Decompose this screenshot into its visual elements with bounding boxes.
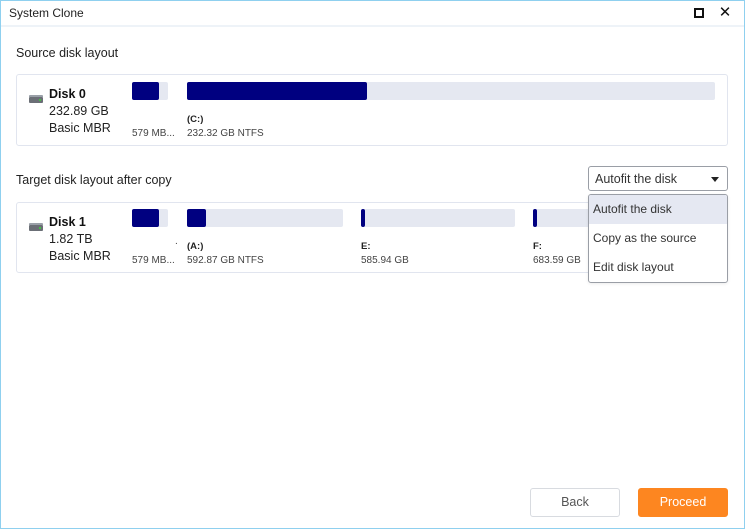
- partition-info: 592.87 GB NTFS: [187, 255, 264, 266]
- title-bar: System Clone ✕: [1, 1, 744, 27]
- target-section-title: Target disk layout after copy: [16, 173, 172, 187]
- partition-info: 579 MB...: [132, 128, 175, 139]
- disk-type: Basic MBR: [49, 249, 111, 263]
- dot-marker: .: [175, 236, 178, 247]
- hard-disk-icon: [29, 223, 43, 231]
- partition-label: F:: [533, 241, 542, 252]
- partition-track: [361, 209, 515, 227]
- option-copy-as-source[interactable]: Copy as the source: [589, 224, 727, 253]
- close-icon: ✕: [718, 4, 732, 21]
- select-value: Autofit the disk: [595, 172, 677, 186]
- disk-type: Basic MBR: [49, 121, 111, 135]
- option-autofit[interactable]: Autofit the disk: [589, 195, 727, 224]
- partition-used-bar: [187, 209, 206, 227]
- disk-name: Disk 1: [49, 215, 86, 229]
- source-section-title: Source disk layout: [16, 46, 119, 60]
- partition-info: 579 MB...: [132, 255, 175, 266]
- partition-used-bar: [533, 209, 537, 227]
- back-button[interactable]: Back: [530, 488, 620, 517]
- layout-mode-dropdown: Autofit the disk Copy as the source Edit…: [588, 194, 728, 283]
- chevron-down-icon: [711, 177, 719, 182]
- partition-track: [187, 209, 343, 227]
- hard-disk-icon: [29, 95, 43, 103]
- partition-info: 232.32 GB NTFS: [187, 128, 264, 139]
- layout-mode-select[interactable]: Autofit the disk: [588, 166, 728, 191]
- partition-system-reserved[interactable]: 579 MB...: [132, 82, 175, 142]
- partition-used-bar: [132, 209, 159, 227]
- partition-c[interactable]: (C:) 232.32 GB NTFS: [187, 82, 715, 142]
- window-title: System Clone: [9, 6, 84, 20]
- source-disk-card[interactable]: Disk 0 232.89 GB Basic MBR 579 MB... (C:…: [16, 74, 728, 146]
- option-edit-layout[interactable]: Edit disk layout: [589, 253, 727, 282]
- maximize-icon: [694, 8, 704, 18]
- proceed-button[interactable]: Proceed: [638, 488, 728, 517]
- system-clone-window: System Clone ✕ Source disk layout Disk 0…: [0, 0, 745, 529]
- partition-label: E:: [361, 241, 371, 252]
- partition-a[interactable]: (A:) 592.87 GB NTFS: [187, 209, 343, 269]
- partition-info: 683.59 GB: [533, 255, 581, 266]
- partition-system-reserved[interactable]: 579 MB...: [132, 209, 175, 269]
- partition-info: 585.94 GB: [361, 255, 409, 266]
- disk-size: 232.89 GB: [49, 104, 109, 118]
- maximize-button[interactable]: [691, 5, 707, 21]
- partition-label: (A:): [187, 241, 204, 252]
- close-button[interactable]: ✕: [717, 5, 733, 21]
- partition-used-bar: [187, 82, 367, 100]
- partition-label: (C:): [187, 114, 204, 125]
- partition-e[interactable]: E: 585.94 GB: [361, 209, 515, 269]
- partition-used-bar: [361, 209, 365, 227]
- disk-size: 1.82 TB: [49, 232, 93, 246]
- disk-name: Disk 0: [49, 87, 86, 101]
- partition-used-bar: [132, 82, 159, 100]
